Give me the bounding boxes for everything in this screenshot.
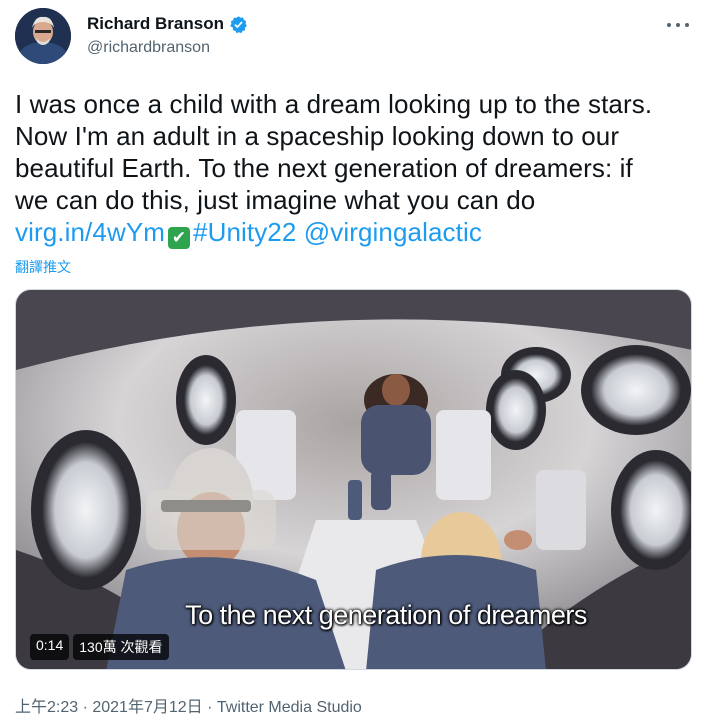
translate-tweet-link[interactable]: 翻譯推文: [15, 257, 71, 277]
video-stats: 0:14 130萬 次觀看: [30, 634, 169, 660]
video-duration: 0:14: [30, 634, 70, 660]
video-view-count: 130萬 次觀看: [73, 634, 169, 660]
more-options-icon[interactable]: [667, 16, 689, 34]
check-mark-emoji-icon: ✔: [168, 227, 191, 249]
hashtag-link[interactable]: #Unity22: [193, 217, 296, 247]
avatar[interactable]: [15, 8, 71, 64]
tweet-header: Richard Branson @richardbranson: [15, 8, 695, 68]
tweet-text-line: beautiful Earth. To the next generation …: [15, 153, 633, 183]
video-caption: To the next generation of dreamers: [185, 600, 587, 630]
tweet-links-line: virg.in/4wYm ✔ #Unity22 @virgingalactic: [15, 216, 695, 249]
display-name[interactable]: Richard Branson: [87, 14, 224, 34]
tweet-text-line: we can do this, just imagine what you ca…: [15, 185, 536, 215]
name-row: Richard Branson: [87, 14, 248, 34]
tweet-link[interactable]: virg.in/4wYm: [15, 217, 165, 247]
tweet-text: I was once a child with a dream looking …: [15, 88, 695, 249]
video-player[interactable]: To the next generation of dreamers 0:14 …: [15, 289, 692, 670]
tweet-text-line: Now I'm an adult in a spaceship looking …: [15, 121, 620, 151]
mention-link[interactable]: @virgingalactic: [304, 217, 482, 247]
user-handle[interactable]: @richardbranson: [87, 39, 210, 57]
verified-badge-icon: [229, 15, 248, 34]
tweet-text-line: I was once a child with a dream looking …: [15, 89, 653, 119]
tweet-timestamp[interactable]: 上午2:23 · 2021年7月12日 · Twitter Media Stud…: [15, 693, 362, 717]
